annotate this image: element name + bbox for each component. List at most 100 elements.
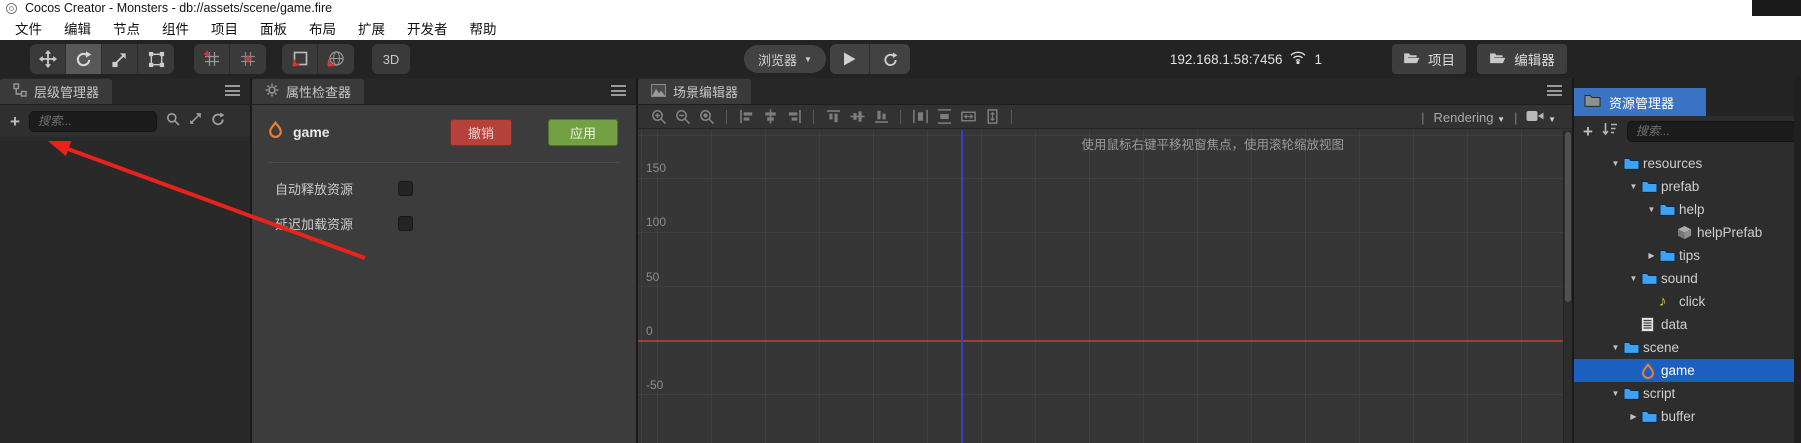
chevron-down-icon[interactable]: ▼ — [1626, 274, 1641, 283]
scene-menu-icon[interactable] — [1547, 85, 1562, 96]
menu-bar: 文件 编辑 节点 组件 项目 面板 布局 扩展 开发者 帮助 — [0, 16, 1801, 40]
hierarchy-title: 层级管理器 — [34, 85, 100, 100]
revert-button[interactable]: 撤销 — [450, 118, 512, 146]
chevron-down-icon[interactable]: ▼ — [1626, 182, 1641, 191]
scene-toolbar-right: | Rendering ▼ | ▼ — [1421, 105, 1556, 129]
open-editor-button[interactable]: 编辑器 — [1477, 44, 1567, 74]
align-bottom-edge-icon[interactable] — [869, 107, 893, 127]
gizmo-global-button[interactable] — [318, 44, 354, 74]
hierarchy-search-input[interactable] — [28, 110, 157, 132]
asset-item-game[interactable]: game — [1574, 359, 1794, 382]
rendering-mode-dropdown[interactable]: Rendering ▼ — [1434, 110, 1506, 125]
scene-panel: 场景编辑器 | Rendering ▼ | ▼ 150 100 50 0 -50… — [636, 78, 1572, 443]
3d-mode-toggle-button[interactable]: 3D — [372, 44, 410, 74]
play-button[interactable] — [830, 44, 870, 74]
refresh-icon[interactable] — [211, 112, 225, 131]
toolbar-separator: | — [1421, 109, 1425, 125]
stretch-h-icon[interactable] — [956, 107, 980, 127]
asset-item-script[interactable]: ▼ script — [1574, 382, 1794, 405]
menu-item[interactable]: 节点 — [102, 18, 151, 38]
tab-scene[interactable]: 场景编辑器 — [638, 79, 752, 104]
asset-item-sound[interactable]: ▼ sound — [1574, 267, 1794, 290]
chevron-down-icon: ▼ — [804, 54, 812, 64]
rect-tool[interactable] — [138, 44, 174, 74]
create-node-button[interactable]: + — [10, 113, 20, 130]
ruler-label: 0 — [646, 324, 653, 338]
zoom-out-icon[interactable] — [671, 107, 695, 127]
menu-item[interactable]: 布局 — [298, 18, 347, 38]
asset-label: resources — [1643, 156, 1703, 171]
folder-open-icon — [1489, 52, 1506, 67]
gizmo-anchor-button[interactable] — [230, 44, 266, 74]
chevron-right-icon[interactable]: ▶ — [1626, 412, 1641, 421]
ruler-label: 50 — [646, 270, 660, 284]
tab-hierarchy[interactable]: 层级管理器 — [0, 79, 113, 104]
menu-item[interactable]: 编辑 — [53, 18, 102, 38]
asset-item-helpPrefab[interactable]: helpPrefab — [1574, 221, 1794, 244]
chevron-down-icon[interactable]: ▼ — [1608, 389, 1623, 398]
chevron-down-icon[interactable]: ▼ — [1608, 343, 1623, 352]
align-left-edge-icon[interactable] — [734, 107, 758, 127]
scene-vertical-scrollbar[interactable] — [1563, 130, 1572, 443]
preview-address-text: 192.168.1.58:7456 — [1169, 51, 1283, 67]
locate-node-icon[interactable] — [189, 112, 202, 130]
create-asset-button[interactable]: + — [1583, 123, 1593, 140]
asset-item-buffer[interactable]: ▶ buffer — [1574, 405, 1794, 428]
refresh-button[interactable] — [870, 44, 910, 74]
asset-item-scene[interactable]: ▼ scene — [1574, 336, 1794, 359]
menu-item[interactable]: 开发者 — [396, 18, 459, 38]
menu-item[interactable]: 扩展 — [347, 18, 396, 38]
gizmo-local-button[interactable] — [282, 44, 318, 74]
tab-assets[interactable]: 资源管理器 — [1574, 88, 1706, 116]
preview-target-dropdown[interactable]: 浏览器 ▼ — [744, 45, 826, 73]
distribute-v-icon[interactable] — [932, 107, 956, 127]
asset-item-tips[interactable]: ▶ tips — [1574, 244, 1794, 267]
checkbox[interactable] — [398, 181, 413, 196]
stretch-v-icon[interactable] — [980, 107, 1004, 127]
distribute-h-icon[interactable] — [908, 107, 932, 127]
hierarchy-menu-icon[interactable] — [225, 85, 240, 96]
chevron-down-icon[interactable]: ▼ — [1608, 159, 1623, 168]
scale-tool[interactable] — [102, 44, 138, 74]
move-tool[interactable] — [30, 44, 66, 74]
asset-item-prefab[interactable]: ▼ prefab — [1574, 175, 1794, 198]
align-right-edge-icon[interactable] — [782, 107, 806, 127]
open-project-label: 项目 — [1428, 53, 1455, 68]
tab-inspector[interactable]: 属性检查器 — [252, 79, 365, 104]
zoom-in-icon[interactable] — [647, 107, 671, 127]
assets-search-input[interactable] — [1626, 120, 1800, 142]
gizmo-position-button[interactable] — [194, 44, 230, 74]
camera-dropdown[interactable]: ▼ — [1526, 110, 1556, 125]
menu-item[interactable]: 项目 — [200, 18, 249, 38]
menu-item[interactable]: 帮助 — [459, 18, 508, 38]
menu-item[interactable]: 组件 — [151, 18, 200, 38]
rendering-mode-label: Rendering — [1433, 109, 1494, 125]
assets-scrollbar[interactable] — [1794, 78, 1801, 443]
scrollbar-thumb[interactable] — [1565, 132, 1571, 302]
open-project-button[interactable]: 项目 — [1392, 44, 1466, 74]
menu-item[interactable]: 文件 — [4, 18, 53, 38]
chevron-down-icon[interactable]: ▼ — [1644, 205, 1659, 214]
apply-button[interactable]: 应用 — [548, 118, 618, 146]
asset-item-help[interactable]: ▼ help — [1574, 198, 1794, 221]
search-icon[interactable] — [166, 112, 180, 131]
scene-viewport[interactable]: 150 100 50 0 -50 使用鼠标右键平移视窗焦点，使用滚轮缩放视图 — [638, 130, 1572, 443]
asset-label: helpPrefab — [1697, 225, 1763, 240]
asset-label: help — [1679, 202, 1705, 217]
menu-item[interactable]: 面板 — [249, 18, 298, 38]
folder-icon — [1659, 203, 1679, 216]
asset-item-click[interactable]: ♪ click — [1574, 290, 1794, 313]
rotate-tool[interactable] — [66, 44, 102, 74]
align-h-center-icon[interactable] — [758, 107, 782, 127]
transform-tool-group — [30, 44, 174, 74]
asset-item-resources[interactable]: ▼ resources — [1574, 152, 1794, 175]
align-v-center-icon[interactable] — [845, 107, 869, 127]
inspector-menu-icon[interactable] — [611, 85, 626, 96]
checkbox[interactable] — [398, 216, 413, 231]
zoom-reset-icon[interactable] — [695, 107, 719, 127]
asset-item-data[interactable]: data — [1574, 313, 1794, 336]
sort-icon[interactable] — [1602, 122, 1618, 141]
hierarchy-tree-body[interactable] — [0, 137, 250, 442]
align-top-edge-icon[interactable] — [821, 107, 845, 127]
chevron-right-icon[interactable]: ▶ — [1644, 251, 1659, 260]
